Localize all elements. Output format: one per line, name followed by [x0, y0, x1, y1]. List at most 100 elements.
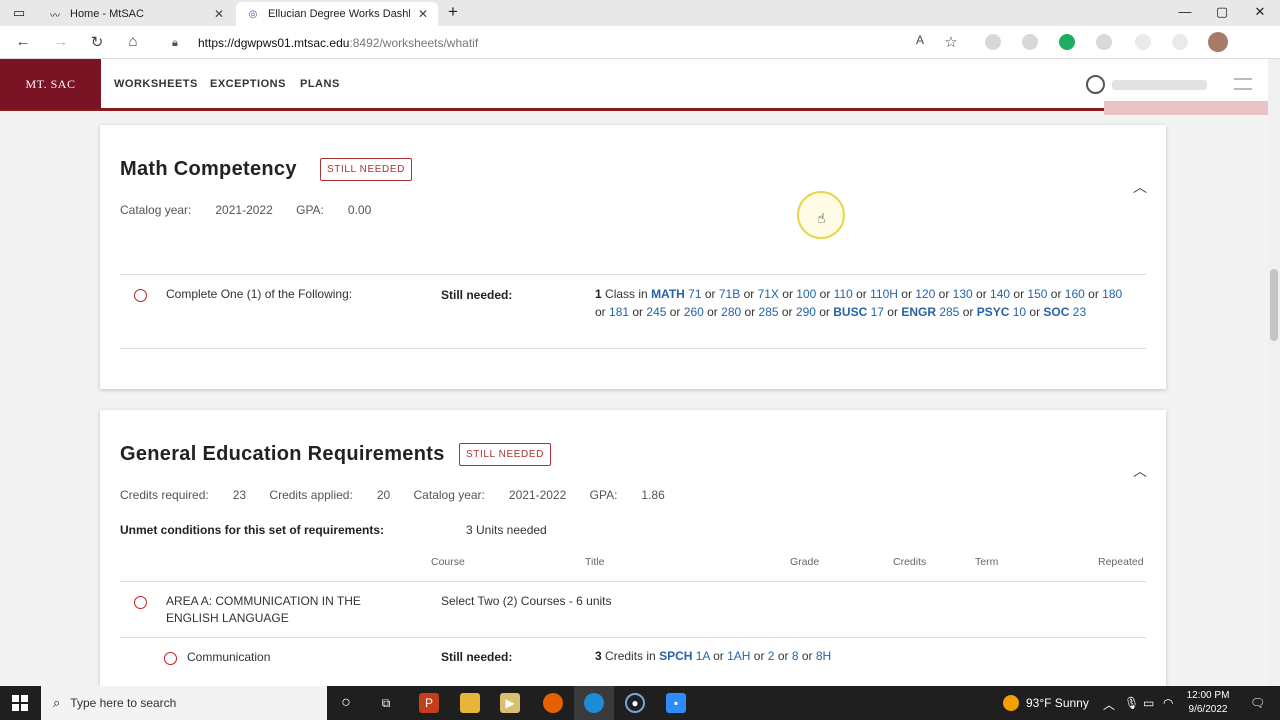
file-explorer-icon[interactable] — [460, 693, 480, 713]
minimize-button[interactable]: — — [1170, 4, 1200, 19]
scrollbar-thumb[interactable] — [1270, 269, 1278, 341]
wifi-icon[interactable]: ◠ — [1163, 696, 1173, 710]
close-window-button[interactable]: ✕ — [1245, 4, 1275, 20]
grammarly-icon[interactable] — [1059, 34, 1075, 50]
new-tab-button[interactable]: + — [438, 2, 468, 22]
home-icon[interactable]: ⌂ — [122, 33, 144, 50]
subject-link[interactable]: SPCH — [659, 649, 696, 663]
battery-icon[interactable]: ▭ — [1143, 696, 1154, 710]
search-icon: ⌕ — [53, 695, 61, 710]
course-link[interactable]: 285 — [939, 305, 959, 319]
maximize-button[interactable]: ▢ — [1207, 4, 1237, 20]
favorites-icon[interactable]: ☆ — [940, 33, 962, 51]
zoom-icon[interactable]: ▪ — [666, 693, 686, 713]
chevron-up-icon[interactable]: ︿ — [1103, 696, 1115, 713]
catalog-label: Catalog year: — [120, 203, 192, 217]
mtsac-logo[interactable]: MT. SAC — [0, 59, 101, 109]
course-link[interactable]: 110 — [834, 287, 853, 301]
task-view-icon[interactable]: ⧉ — [376, 693, 396, 713]
tab-actions-icon[interactable]: ▭ — [4, 5, 34, 21]
area-a-label[interactable]: AREA A: COMMUNICATION IN THE ENGLISH LAN… — [166, 593, 396, 627]
powerpoint-icon[interactable]: P — [419, 693, 439, 713]
subject-link[interactable]: SOC — [1043, 305, 1072, 319]
course-link[interactable]: 71 — [688, 287, 701, 301]
course-link[interactable]: 71B — [719, 287, 740, 301]
subject-link[interactable]: BUSC — [833, 305, 870, 319]
back-icon[interactable]: ← — [12, 33, 34, 50]
course-link[interactable]: 181 — [609, 305, 629, 319]
taskbar-search[interactable]: ⌕ Type here to search — [41, 686, 327, 720]
connector-or: or — [709, 649, 728, 663]
user-name-redacted[interactable] — [1112, 80, 1207, 90]
nav-worksheets[interactable]: WORKSHEETS — [114, 78, 198, 90]
course-link[interactable]: 260 — [684, 305, 704, 319]
nav-plans[interactable]: PLANS — [300, 78, 340, 90]
media-player-icon[interactable]: ▶ — [500, 693, 520, 713]
communication-label: Communication — [187, 650, 271, 664]
extension-icon[interactable] — [985, 34, 1001, 50]
windows-start-icon[interactable] — [12, 695, 28, 711]
extension-icon[interactable] — [1135, 34, 1151, 50]
user-icon[interactable] — [1086, 75, 1105, 94]
forward-icon[interactable]: → — [50, 33, 72, 50]
course-link[interactable]: 245 — [646, 305, 666, 319]
close-icon[interactable]: ✕ — [418, 7, 428, 21]
course-link[interactable]: 180 — [1102, 287, 1122, 301]
cortana-icon[interactable]: ○ — [336, 693, 356, 713]
subject-link[interactable]: ENGR — [901, 305, 939, 319]
menu-icon[interactable] — [1234, 78, 1252, 90]
chevron-up-icon[interactable]: ︿ — [1133, 461, 1147, 481]
tab-degree-works[interactable]: ◎ Ellucian Degree Works Dashboar ✕ — [236, 2, 438, 26]
divider — [120, 348, 1146, 349]
tab-home-mtsac[interactable]: 〰 Home - MtSAC ✕ — [38, 2, 234, 26]
catalog-value: 2021-2022 — [215, 203, 273, 217]
course-link[interactable]: 285 — [759, 305, 779, 319]
course-link[interactable]: 1AH — [727, 649, 750, 663]
connector-or: or — [959, 304, 977, 319]
column-header-term: Term — [975, 556, 999, 568]
course-link[interactable]: 150 — [1027, 287, 1047, 301]
extension-icon[interactable] — [1172, 34, 1188, 50]
course-link[interactable]: 110H — [870, 287, 898, 301]
refresh-icon[interactable]: ↻ — [86, 33, 108, 51]
read-aloud-icon[interactable]: A — [909, 33, 931, 47]
clock[interactable]: 12:00 PM 9/6/2022 — [1180, 689, 1236, 717]
close-icon[interactable]: ✕ — [214, 7, 224, 21]
extension-icon[interactable] — [1096, 34, 1112, 50]
course-link[interactable]: 1A — [696, 649, 710, 663]
edge-icon[interactable] — [584, 693, 604, 713]
course-link[interactable]: 17 — [871, 305, 884, 319]
profile-avatar[interactable] — [1208, 32, 1228, 52]
subject-link[interactable]: PSYC — [977, 305, 1013, 319]
course-link[interactable]: 10 — [1013, 305, 1026, 319]
course-link[interactable]: 130 — [953, 287, 973, 301]
course-link[interactable]: 71X — [758, 287, 779, 301]
course-link[interactable]: 160 — [1065, 287, 1085, 301]
course-link[interactable]: 8H — [816, 649, 831, 663]
course-link[interactable]: 8 — [792, 649, 799, 663]
credits-required-label: Credits required: — [120, 488, 209, 502]
weather-text[interactable]: 93°F Sunny — [1026, 696, 1089, 710]
status-badge: STILL NEEDED — [459, 443, 551, 466]
subject-link[interactable]: MATH — [651, 287, 688, 301]
microphone-icon[interactable]: 🎙︎ — [1124, 696, 1139, 710]
url-field[interactable]: 🔒︎ https://dgwpws01.mtsac.edu:8492/works… — [172, 32, 932, 54]
firefox-icon[interactable] — [543, 693, 563, 713]
course-link[interactable]: 290 — [796, 305, 816, 319]
course-link[interactable]: 280 — [721, 305, 741, 319]
count-unit: Credits in — [605, 649, 656, 663]
nav-exceptions[interactable]: EXCEPTIONS — [210, 78, 286, 90]
course-link[interactable]: 120 — [915, 287, 935, 301]
course-link[interactable]: 100 — [796, 287, 816, 301]
chevron-up-icon[interactable]: ︿ — [1133, 177, 1147, 197]
course-link[interactable]: 140 — [990, 287, 1010, 301]
status-circle-icon — [134, 596, 147, 609]
unmet-conditions-value: 3 Units needed — [466, 523, 547, 537]
notifications-icon[interactable]: 🗨︎ — [1250, 696, 1265, 710]
obs-icon[interactable]: ● — [625, 693, 645, 713]
column-header-grade: Grade — [790, 556, 820, 568]
course-link[interactable]: 23 — [1073, 305, 1086, 319]
extension-icon[interactable] — [1022, 34, 1038, 50]
weather-icon[interactable] — [1003, 695, 1019, 711]
scrollbar[interactable] — [1268, 59, 1280, 686]
